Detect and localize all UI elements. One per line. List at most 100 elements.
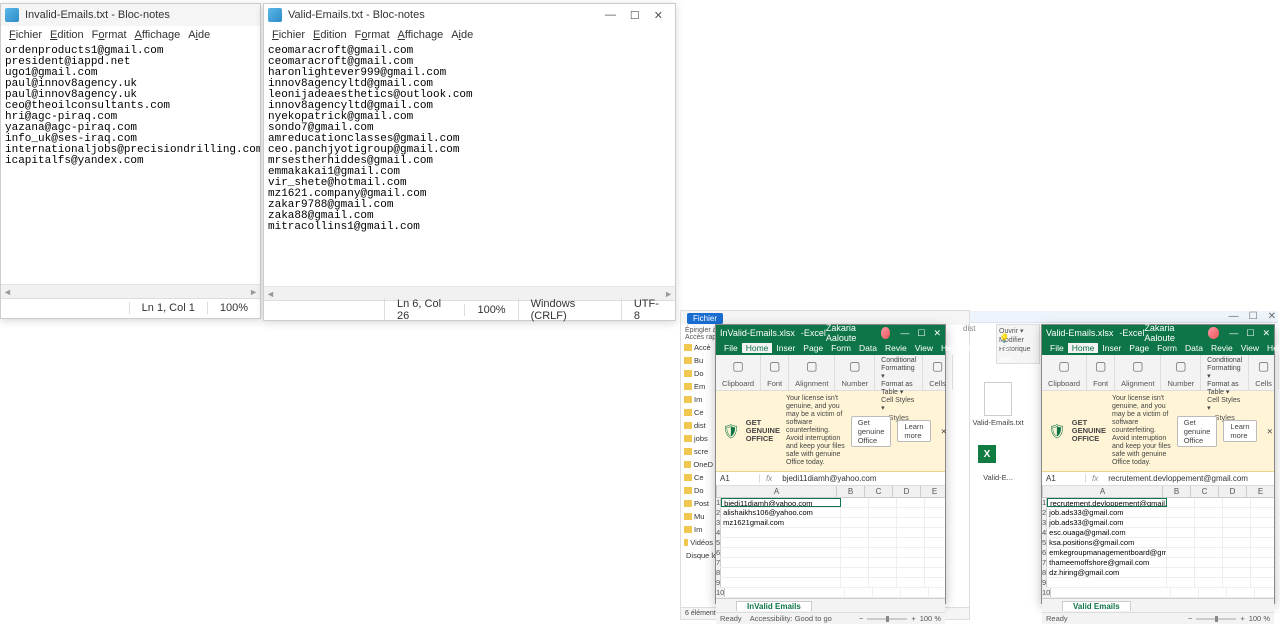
fichier-button[interactable]: Fichier <box>687 313 723 324</box>
sidebar-item[interactable]: Post <box>681 497 716 510</box>
sidebar-item[interactable]: Im <box>681 523 716 536</box>
col-header[interactable]: A <box>717 486 837 497</box>
sidebar-item[interactable]: Do <box>681 367 716 380</box>
sidebar-item[interactable]: Em <box>681 380 716 393</box>
tab-file[interactable]: File <box>1046 343 1068 353</box>
maximize-button[interactable]: ☐ <box>917 328 925 339</box>
close-warning-button[interactable]: ✕ <box>937 427 951 436</box>
tab-form[interactable]: Form <box>827 343 855 353</box>
name-box[interactable]: A1 <box>1042 474 1086 483</box>
tell-me[interactable]: 💡 Tell me <box>995 333 1016 364</box>
col-header[interactable]: A <box>1043 486 1163 497</box>
close-button[interactable]: ✕ <box>933 328 941 339</box>
avatar[interactable] <box>881 327 891 339</box>
tab-revie[interactable]: Revie <box>881 343 911 353</box>
table-row[interactable]: 2alishaikhs106@yahoo.com <box>716 508 945 518</box>
tab-inser[interactable]: Inser <box>772 343 799 353</box>
table-row[interactable]: 7 <box>716 558 945 568</box>
tab-help[interactable]: Help <box>1263 343 1280 353</box>
sidebar-item[interactable]: Ce <box>681 406 716 419</box>
table-row[interactable]: 1bjedi11diamh@yahoo.com <box>716 498 945 508</box>
table-row[interactable]: 3job.ads33@gmail.com <box>1042 518 1274 528</box>
sidebar-item[interactable]: jobs <box>681 432 716 445</box>
sidebar-item[interactable]: Do <box>681 484 716 497</box>
tab-view[interactable]: View <box>1237 343 1263 353</box>
name-box[interactable]: A1 <box>716 474 760 483</box>
tab-data[interactable]: Data <box>1181 343 1207 353</box>
ribbon-group-clipboard[interactable]: ▢Clipboard <box>716 355 761 390</box>
col-header[interactable]: E <box>1247 486 1274 497</box>
sidebar-item[interactable]: Vidéos <box>681 536 716 549</box>
table-row[interactable]: 4 <box>716 528 945 538</box>
ribbon-group-alignment[interactable]: ▢Alignment <box>789 355 835 390</box>
col-header[interactable]: C <box>865 486 893 497</box>
ribbon-group-clipboard[interactable]: ▢Clipboard <box>1042 355 1087 390</box>
close-button[interactable]: ✕ <box>1268 311 1276 322</box>
grid[interactable]: ABCDEFG 1bjedi11diamh@yahoo.com2alishaik… <box>716 486 945 598</box>
ribbon-group-number[interactable]: ▢Number <box>835 355 875 390</box>
table-row[interactable]: 5 <box>716 538 945 548</box>
table-row[interactable]: 8 <box>716 568 945 578</box>
file-valid-emails-xlsx[interactable]: X Valid-E... <box>955 437 1041 482</box>
sidebar-item[interactable]: OneD <box>681 458 716 471</box>
menu-fichier[interactable]: Fichier <box>7 29 44 41</box>
sidebar-item[interactable]: dist <box>681 419 716 432</box>
table-row[interactable]: 1recrutement.devloppement@gmail.com <box>1042 498 1274 508</box>
col-header[interactable]: D <box>1219 486 1247 497</box>
close-button[interactable]: ✕ <box>654 9 663 22</box>
table-row[interactable]: 5ksa.positions@gmail.com <box>1042 538 1274 548</box>
table-row[interactable]: 7thameemoffshore@gmail.com <box>1042 558 1274 568</box>
get-genuine-button[interactable]: Get genuine Office <box>1177 416 1218 447</box>
col-header[interactable]: B <box>837 486 865 497</box>
titlebar[interactable]: Valid-Emails.txt - Bloc-notes — ☐ ✕ <box>264 4 675 26</box>
sidebar-item[interactable]: Bu <box>681 354 716 367</box>
close-warning-button[interactable]: ✕ <box>1263 427 1277 436</box>
titlebar[interactable]: Valid-Emails.xlsx - Excel Zakaria Aalout… <box>1042 325 1274 341</box>
table-row[interactable]: 3mz1621gmail.com <box>716 518 945 528</box>
maximize-button[interactable]: ☐ <box>1249 311 1258 322</box>
tab-data[interactable]: Data <box>855 343 881 353</box>
menu-format[interactable]: Format <box>353 29 392 41</box>
col-header[interactable]: D <box>893 486 921 497</box>
titlebar[interactable]: Invalid-Emails.txt - Bloc-notes <box>1 4 260 26</box>
formula-value[interactable]: recrutement.devloppement@gmail.com <box>1104 474 1274 483</box>
menu-aide[interactable]: Aide <box>186 29 212 41</box>
sidebar-item[interactable]: Mu <box>681 510 716 523</box>
table-row[interactable]: 8dz.hiring@gmail.com <box>1042 568 1274 578</box>
minimize-button[interactable]: — <box>900 328 909 339</box>
table-row[interactable]: 6 <box>716 548 945 558</box>
ribbon-group-cells[interactable]: ▢Cells <box>1249 355 1279 390</box>
menu-format[interactable]: Format <box>90 29 129 41</box>
table-row[interactable]: 10 <box>1042 588 1274 598</box>
menu-edition[interactable]: Edition <box>48 29 86 41</box>
ribbon-group-styles[interactable]: Conditional Formatting ▾Format as Table … <box>875 355 923 390</box>
tab-form[interactable]: Form <box>1153 343 1181 353</box>
minimize-button[interactable]: — <box>1229 328 1238 339</box>
ribbon-group-number[interactable]: ▢Number <box>1161 355 1201 390</box>
avatar[interactable] <box>1208 327 1219 339</box>
learn-more-button[interactable]: Learn more <box>1223 420 1256 442</box>
table-row[interactable]: 6emkegroupmanagementboard@gmail.co <box>1042 548 1274 558</box>
sidebar-item[interactable]: Accè <box>681 341 716 354</box>
sidebar-item[interactable]: Ce <box>681 471 716 484</box>
close-button[interactable]: ✕ <box>1262 328 1270 339</box>
menu-aide[interactable]: Aide <box>449 29 475 41</box>
maximize-button[interactable]: ☐ <box>630 9 640 22</box>
ribbon-group-styles[interactable]: Conditional Formatting ▾Format as Table … <box>1201 355 1249 390</box>
menu-fichier[interactable]: Fichier <box>270 29 307 41</box>
get-genuine-button[interactable]: Get genuine Office <box>851 416 892 447</box>
learn-more-button[interactable]: Learn more <box>897 420 930 442</box>
tab-page[interactable]: Page <box>799 343 827 353</box>
zoom-slider[interactable] <box>1196 618 1236 620</box>
sidebar-item[interactable]: Im <box>681 393 716 406</box>
sheet-tab[interactable]: Valid Emails <box>1062 601 1131 611</box>
tab-home[interactable]: Home <box>1068 343 1099 353</box>
sidebar-item[interactable]: Disque local (C:) <box>681 549 716 562</box>
table-row[interactable]: 10 <box>716 588 945 598</box>
tab-page[interactable]: Page <box>1125 343 1153 353</box>
col-header[interactable]: C <box>1191 486 1219 497</box>
tab-view[interactable]: View <box>911 343 937 353</box>
text-area[interactable]: ceomaracroft@gmail.com ceomaracroft@gmai… <box>264 44 675 286</box>
scrollbar-horizontal[interactable]: ◄► <box>1 284 260 298</box>
table-row[interactable]: 9 <box>716 578 945 588</box>
